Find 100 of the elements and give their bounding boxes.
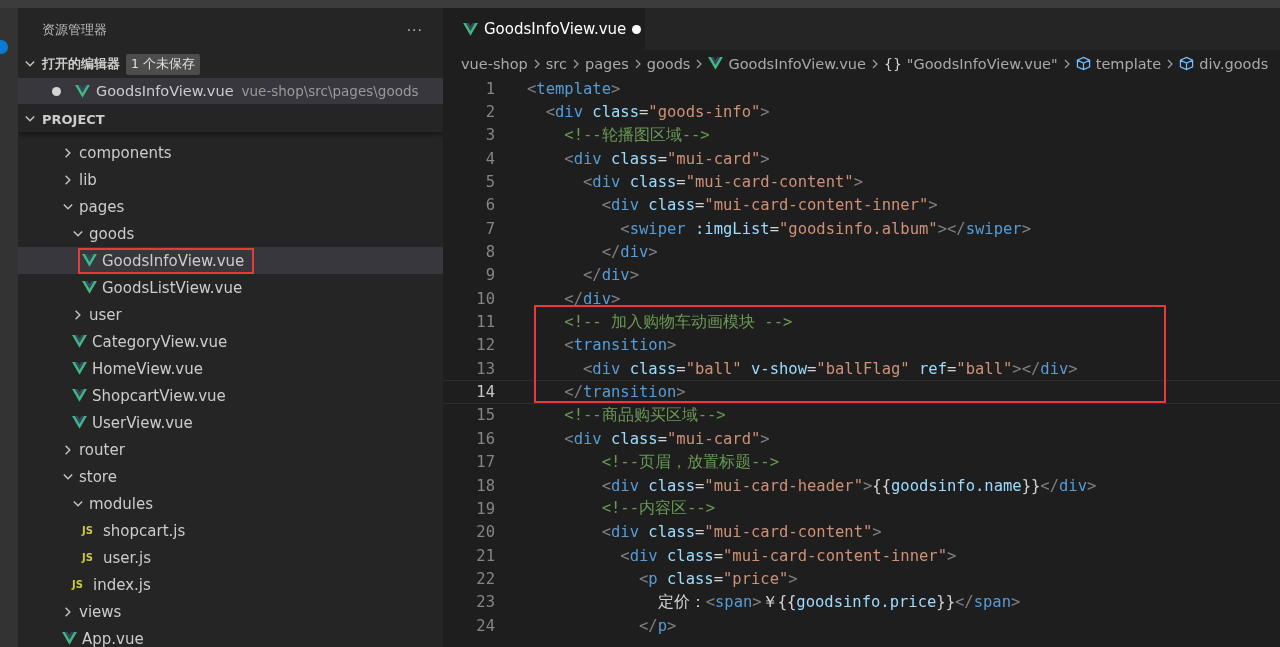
vue-logo-icon — [708, 57, 724, 70]
file-item[interactable]: CategoryView.vue — [18, 328, 443, 355]
breadcrumb-item[interactable]: GoodsInfoView.vue — [728, 55, 866, 72]
folder-item[interactable]: goods — [18, 220, 443, 247]
open-editors-header[interactable]: 打开的编辑器 1 个未保存 — [18, 52, 443, 76]
vue-logo-icon — [72, 389, 87, 402]
file-name: GoodsListView.vue — [102, 278, 243, 297]
file-item[interactable]: GoodsListView.vue — [18, 274, 443, 301]
code-line: <template> — [527, 79, 621, 98]
vue-logo-icon — [82, 281, 97, 294]
folder-item[interactable]: store — [18, 463, 443, 490]
file-path: vue-shop\src\pages\goods — [241, 83, 419, 99]
file-name: GoodsInfoView.vue — [96, 83, 234, 99]
code-line: <p class="price"> — [637, 569, 798, 588]
file-name: shopcart.js — [103, 521, 186, 540]
line-number: 19 — [475, 499, 495, 518]
code-line: <div class="mui-card-content"> — [582, 173, 863, 192]
line-number: 4 — [484, 149, 495, 168]
line-number: 10 — [475, 289, 495, 308]
vue-logo-icon — [62, 632, 77, 645]
line-number: 13 — [475, 359, 495, 378]
line-number: 21 — [475, 546, 495, 565]
file-item[interactable]: JS shopcart.js — [18, 517, 443, 544]
code-line: </div> — [563, 289, 621, 308]
code-line: <div class="mui-card-content"> — [600, 523, 882, 542]
folder-item[interactable]: pages — [18, 193, 443, 220]
line-number: 7 — [484, 219, 495, 238]
file-name: GoodsInfoView.vue — [102, 251, 245, 270]
folder-item[interactable]: views — [18, 598, 443, 625]
code-line: <!--商品购买区域--> — [563, 405, 726, 426]
file-item[interactable]: UserView.vue — [18, 409, 443, 436]
folder-item[interactable]: lib — [18, 166, 443, 193]
breadcrumb-item[interactable]: div.goods — [1199, 55, 1269, 72]
file-name: ShopcartView.vue — [92, 386, 226, 405]
vue-logo-icon — [72, 416, 87, 429]
line-number: 5 — [484, 173, 495, 192]
folder-name: router — [79, 440, 125, 459]
code-line: <div class="mui-card-content-inner"> — [619, 546, 957, 565]
line-number: 22 — [475, 569, 495, 588]
folder-name: views — [79, 602, 122, 621]
file-item[interactable]: ShopcartView.vue — [18, 382, 443, 409]
js-file-icon: JS — [72, 579, 88, 590]
breadcrumb-item[interactable]: vue-shop — [461, 55, 528, 72]
line-number: 9 — [484, 266, 495, 285]
folder-name: components — [79, 143, 172, 162]
vue-logo-icon — [72, 335, 87, 348]
code-line: </div> — [600, 243, 658, 262]
folder-name: user — [89, 305, 122, 324]
section-title: PROJECT — [42, 111, 105, 127]
more-actions-button[interactable]: ··· — [406, 22, 423, 38]
editor-tab[interactable]: GoodsInfoView.vue — [443, 8, 645, 50]
vue-logo-icon — [463, 22, 478, 36]
vue-logo-icon — [75, 84, 90, 98]
file-item[interactable]: GoodsInfoView.vue — [18, 247, 443, 274]
file-item[interactable]: HomeView.vue — [18, 355, 443, 382]
file-name: HomeView.vue — [92, 359, 203, 378]
line-number: 11 — [475, 313, 495, 332]
open-editor-item[interactable]: GoodsInfoView.vue vue-shop\src\pages\goods — [18, 78, 443, 104]
folder-item[interactable]: components — [18, 139, 443, 166]
code-line: <div class="mui-card"> — [563, 429, 770, 448]
vue-logo-icon — [72, 362, 87, 375]
file-name: App.vue — [82, 629, 144, 647]
breadcrumb-item[interactable]: "GoodsInfoView.vue" — [906, 55, 1058, 72]
line-number: 23 — [475, 593, 495, 612]
file-item[interactable]: JS user.js — [18, 544, 443, 571]
code-line: <div class="mui-card"> — [563, 149, 770, 168]
project-header[interactable]: PROJECT — [18, 106, 443, 132]
file-name: user.js — [103, 548, 152, 567]
code-line: </p> — [637, 616, 677, 635]
breadcrumb-item[interactable]: pages — [584, 55, 629, 72]
file-item[interactable]: App.vue — [18, 625, 443, 647]
code-line: <transition> — [563, 336, 677, 355]
vue-logo-icon — [82, 254, 97, 267]
line-number: 15 — [475, 406, 495, 425]
folder-item[interactable]: modules — [18, 490, 443, 517]
cube-icon — [1179, 56, 1195, 71]
code-line: <!--页眉，放置标题--> — [600, 451, 779, 473]
line-number: 17 — [475, 453, 495, 472]
breadcrumb-item[interactable]: template — [1095, 55, 1162, 72]
line-number: 20 — [475, 523, 495, 542]
line-number: 8 — [484, 243, 495, 262]
code-line: <!--轮播图区域--> — [563, 124, 710, 146]
folder-name: lib — [79, 170, 97, 189]
folder-item[interactable]: user — [18, 301, 443, 328]
line-number: 2 — [484, 103, 495, 121]
file-item[interactable]: JS index.js — [18, 571, 443, 598]
file-name: CategoryView.vue — [92, 332, 228, 351]
code-line: <div class="mui-card-content-inner"> — [600, 196, 938, 215]
folder-name: goods — [89, 224, 135, 243]
folder-item[interactable]: router — [18, 436, 443, 463]
breadcrumb-item[interactable]: src — [545, 55, 567, 72]
code-line: <div class="ball" v-show="ballFlag" ref="ball"></div> — [582, 359, 1078, 378]
line-number: 6 — [484, 196, 495, 215]
breadcrumb-item[interactable]: goods — [646, 55, 691, 72]
code-line: <div class="goods-info"> — [544, 103, 770, 121]
folder-name: store — [79, 467, 117, 486]
code-line: <!-- 加入购物车动画模块 --> — [563, 311, 793, 333]
line-number: 16 — [475, 429, 495, 448]
line-number: 3 — [484, 126, 495, 145]
code-line: <!--内容区--> — [600, 498, 715, 520]
